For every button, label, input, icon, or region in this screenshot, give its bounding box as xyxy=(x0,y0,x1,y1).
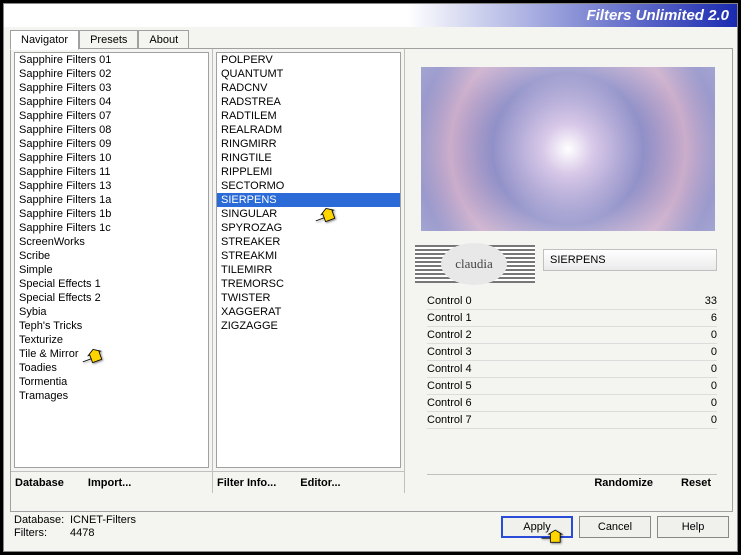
window-title: Filters Unlimited 2.0 xyxy=(586,7,729,24)
preview-panel: claudia SIERPENS Control 033Control 16Co… xyxy=(405,49,732,493)
list-item[interactable]: TILEMIRR xyxy=(217,263,400,277)
list-item[interactable]: Teph's Tricks xyxy=(15,319,208,333)
apply-button[interactable]: Apply xyxy=(501,516,573,538)
randomize-reset-bar: Randomize Reset xyxy=(427,474,717,491)
list-item[interactable]: XAGGERAT xyxy=(217,305,400,319)
list-item[interactable]: Sapphire Filters 07 xyxy=(15,109,208,123)
window: Filters Unlimited 2.0 Navigator Presets … xyxy=(3,3,738,552)
randomize-button[interactable]: Randomize xyxy=(594,477,653,489)
list-item[interactable]: Texturize xyxy=(15,333,208,347)
category-column: Sapphire Filters 01Sapphire Filters 02Sa… xyxy=(11,49,213,493)
list-item[interactable]: SECTORMO xyxy=(217,179,400,193)
editor-button[interactable]: Editor... xyxy=(300,477,340,489)
list-item[interactable]: POLPERV xyxy=(217,53,400,67)
status-info: Database:ICNET-Filters Filters:4478 xyxy=(10,514,136,540)
list-item[interactable]: ScreenWorks xyxy=(15,235,208,249)
list-item[interactable]: QUANTUMT xyxy=(217,67,400,81)
list-item[interactable]: SPYROZAG xyxy=(217,221,400,235)
control-row[interactable]: Control 70 xyxy=(427,412,717,429)
list-item[interactable]: Simple xyxy=(15,263,208,277)
control-row[interactable]: Control 20 xyxy=(427,327,717,344)
list-item[interactable]: ZIGZAGGE xyxy=(217,319,400,333)
list-item[interactable]: Special Effects 2 xyxy=(15,291,208,305)
list-item[interactable]: Special Effects 1 xyxy=(15,277,208,291)
category-list[interactable]: Sapphire Filters 01Sapphire Filters 02Sa… xyxy=(14,52,209,468)
list-item[interactable]: RINGTILE xyxy=(217,151,400,165)
filter-list[interactable]: POLPERVQUANTUMTRADCNVRADSTREARADTILEMREA… xyxy=(216,52,401,468)
tab-about[interactable]: About xyxy=(138,30,189,50)
filter-column: POLPERVQUANTUMTRADCNVRADSTREARADTILEMREA… xyxy=(213,49,405,493)
list-item[interactable]: RADCNV xyxy=(217,81,400,95)
list-item[interactable]: STREAKER xyxy=(217,235,400,249)
list-item[interactable]: TREMORSC xyxy=(217,277,400,291)
dialog-footer: Database:ICNET-Filters Filters:4478 Appl… xyxy=(10,509,733,545)
tab-presets[interactable]: Presets xyxy=(79,30,138,50)
list-item[interactable]: Tramages xyxy=(15,389,208,403)
tab-navigator[interactable]: Navigator xyxy=(10,30,79,50)
title-bar: Filters Unlimited 2.0 xyxy=(4,4,737,27)
control-row[interactable]: Control 50 xyxy=(427,378,717,395)
filter-footer: Filter Info... Editor... xyxy=(213,471,404,493)
dialog-buttons: Apply Cancel Help xyxy=(501,516,733,538)
list-item[interactable]: TWISTER xyxy=(217,291,400,305)
list-item[interactable]: Sapphire Filters 08 xyxy=(15,123,208,137)
list-item[interactable]: SIERPENS xyxy=(217,193,400,207)
list-item[interactable]: Sapphire Filters 1a xyxy=(15,193,208,207)
import-button[interactable]: Import... xyxy=(88,477,131,489)
list-item[interactable]: Sapphire Filters 10 xyxy=(15,151,208,165)
list-item[interactable]: Sybia xyxy=(15,305,208,319)
control-row[interactable]: Control 16 xyxy=(427,310,717,327)
list-item[interactable]: REALRADM xyxy=(217,123,400,137)
category-footer: Database Import... xyxy=(11,471,212,493)
tab-panel: Sapphire Filters 01Sapphire Filters 02Sa… xyxy=(10,48,733,512)
list-item[interactable]: Sapphire Filters 09 xyxy=(15,137,208,151)
list-item[interactable]: Sapphire Filters 11 xyxy=(15,165,208,179)
help-button[interactable]: Help xyxy=(657,516,729,538)
list-item[interactable]: RADTILEM xyxy=(217,109,400,123)
database-button[interactable]: Database xyxy=(15,477,64,489)
control-row[interactable]: Control 40 xyxy=(427,361,717,378)
list-item[interactable]: Sapphire Filters 04 xyxy=(15,95,208,109)
list-item[interactable]: Sapphire Filters 01 xyxy=(15,53,208,67)
watermark-stamp: claudia xyxy=(415,245,535,283)
list-item[interactable]: Scribe xyxy=(15,249,208,263)
selected-filter-name: SIERPENS xyxy=(543,249,717,271)
reset-button[interactable]: Reset xyxy=(681,477,711,489)
cancel-button[interactable]: Cancel xyxy=(579,516,651,538)
list-item[interactable]: Sapphire Filters 1c xyxy=(15,221,208,235)
controls-table: Control 033Control 16Control 20Control 3… xyxy=(427,293,717,429)
list-item[interactable]: STREAKMI xyxy=(217,249,400,263)
control-row[interactable]: Control 30 xyxy=(427,344,717,361)
list-item[interactable]: Sapphire Filters 13 xyxy=(15,179,208,193)
control-row[interactable]: Control 60 xyxy=(427,395,717,412)
list-item[interactable]: RINGMIRR xyxy=(217,137,400,151)
list-item[interactable]: RADSTREA xyxy=(217,95,400,109)
list-item[interactable]: Tile & Mirror xyxy=(15,347,208,361)
list-item[interactable]: Sapphire Filters 02 xyxy=(15,67,208,81)
list-item[interactable]: RIPPLEMI xyxy=(217,165,400,179)
preview-image xyxy=(421,67,715,231)
list-item[interactable]: Sapphire Filters 1b xyxy=(15,207,208,221)
control-row[interactable]: Control 033 xyxy=(427,293,717,310)
list-item[interactable]: Tormentia xyxy=(15,375,208,389)
list-item[interactable]: Toadies xyxy=(15,361,208,375)
tab-strip: Navigator Presets About xyxy=(10,29,737,49)
list-item[interactable]: Sapphire Filters 03 xyxy=(15,81,208,95)
list-item[interactable]: SINGULAR xyxy=(217,207,400,221)
filter-info-button[interactable]: Filter Info... xyxy=(217,477,276,489)
